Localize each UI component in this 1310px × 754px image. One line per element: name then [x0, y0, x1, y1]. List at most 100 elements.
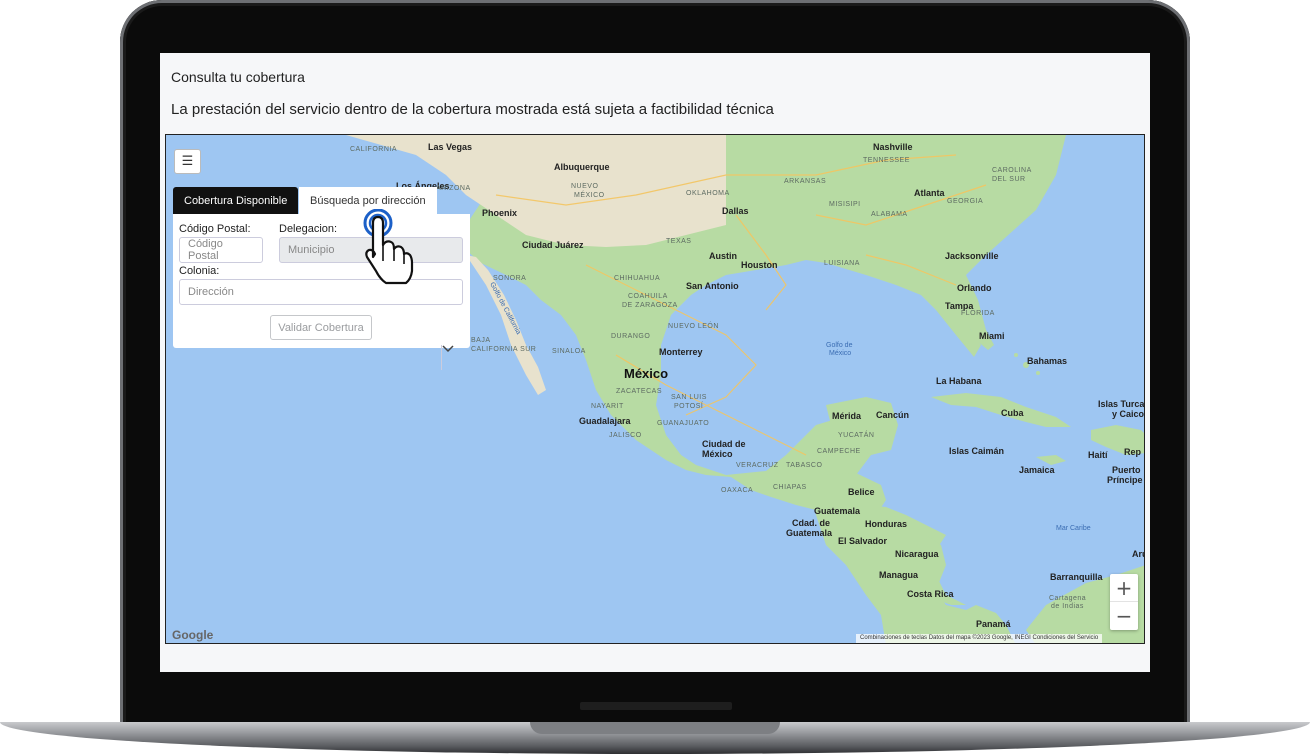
- map-label-golfo-de-mexico: Golfo de: [826, 342, 853, 349]
- map-label-orlando: Orlando: [957, 283, 992, 293]
- map-label-veracruz: VERACRUZ: [736, 462, 779, 469]
- map-label-puerto-principe: Puerto: [1112, 465, 1141, 475]
- map-label-zacatecas: ZACATECAS: [616, 388, 662, 395]
- map-label-managua: Managua: [879, 570, 919, 580]
- map-label-nuevo-mexico-2: MÉXICO: [574, 192, 605, 199]
- map-menu-button[interactable]: ☰: [174, 149, 201, 174]
- map-label-mar-caribe: Mar Caribe: [1056, 525, 1091, 532]
- map-label-atlanta: Atlanta: [914, 188, 945, 198]
- delegacion-label: Delegacion:: [279, 223, 338, 235]
- map-label-panama: Panamá: [976, 619, 1011, 629]
- map-label-dallas: Dallas: [722, 206, 749, 216]
- map-label-baja-california-sur-2: CALIFORNIA SUR: [471, 346, 537, 353]
- map-label-islas-turcas-2: y Caicos: [1112, 409, 1145, 419]
- map-label-costa-rica: Costa Rica: [907, 589, 954, 599]
- map-label-oaxaca: OAXACA: [721, 487, 754, 494]
- map-label-guadalajara: Guadalajara: [579, 416, 631, 426]
- validate-coverage-button[interactable]: Validar Cobertura: [270, 315, 372, 340]
- map-label-cartagena-2: de Indias: [1051, 603, 1084, 610]
- map-label-tabasco: TABASCO: [786, 462, 823, 469]
- map-label-chiapas: CHIAPAS: [773, 484, 807, 491]
- map-label-carolina-del-sur-2: DEL SUR: [992, 176, 1026, 183]
- zoom-controls: + −: [1110, 574, 1138, 630]
- map-label-nuevo-leon: NUEVO LEÓN: [668, 323, 719, 330]
- map-label-islas-turcas: Islas Turcas: [1098, 399, 1145, 409]
- map-label-arkansas: ARKANSAS: [784, 178, 827, 185]
- hamburger-icon: ☰: [181, 154, 194, 169]
- page-subtitle: La prestación del servicio dentro de la …: [171, 101, 774, 118]
- map-label-cancun: Cancún: [876, 410, 910, 420]
- map-label-cartagena: Cartagena: [1049, 595, 1087, 602]
- colonia-select[interactable]: Dirección: [179, 279, 463, 370]
- map-label-jacksonville: Jacksonville: [945, 251, 999, 261]
- map-label-jamaica: Jamaica: [1019, 465, 1055, 475]
- map-label-austin: Austin: [709, 251, 737, 261]
- map-label-las-vegas: Las Vegas: [428, 142, 473, 152]
- google-logo: Google: [172, 628, 214, 642]
- map-label-sonora: SONORA: [493, 275, 527, 282]
- map-label-san-luis-2: POTOSÍ: [674, 403, 704, 410]
- map-label-houston: Houston: [741, 260, 778, 270]
- map-label-georgia: GEORGIA: [947, 198, 984, 205]
- map-label-honduras: Honduras: [865, 519, 908, 529]
- tab-cobertura-disponible[interactable]: Cobertura Disponible: [173, 187, 299, 214]
- map-label-nashville: Nashville: [873, 142, 913, 152]
- zoom-in-button[interactable]: +: [1110, 574, 1138, 602]
- map-label-california: CALIFORNIA: [350, 146, 398, 153]
- map-label-monterrey: Monterrey: [659, 347, 703, 357]
- colonia-label: Colonia:: [179, 265, 220, 277]
- map-label-phoenix: Phoenix: [482, 208, 518, 218]
- colonia-select-value: Dirección: [188, 286, 234, 298]
- map-label-coahuila: COAHUILA: [628, 293, 668, 300]
- chevron-down-icon: [442, 345, 454, 353]
- map-label-oklahoma: OKLAHOMA: [686, 190, 730, 197]
- map-label-yucatan: YUCATÁN: [838, 432, 875, 439]
- map-attribution[interactable]: Combinaciones de teclas Datos del mapa ©…: [856, 634, 1103, 643]
- map-label-chihuahua: CHIHUAHUA: [614, 275, 661, 282]
- map-label-san-antonio: San Antonio: [686, 281, 739, 291]
- map-label-arizona: ARIZONA: [436, 185, 471, 192]
- map-label-jalisco: JALISCO: [609, 432, 642, 439]
- map-label-mexico: México: [624, 366, 669, 381]
- map-label-texas: TEXAS: [666, 238, 692, 245]
- map-label-tennessee: TENNESSEE: [863, 157, 910, 164]
- map-label-merida: Mérida: [832, 411, 862, 421]
- map-label-misisipi: MISISIPI: [829, 201, 861, 208]
- map-label-luisiana: LUISIANA: [824, 260, 860, 267]
- map-label-coahuila-2: DE ZARAGOZA: [622, 302, 678, 309]
- map-label-carolina-del-sur: CAROLINA: [992, 167, 1032, 174]
- map-label-belice: Belice: [848, 487, 875, 497]
- map-label-aru: Aru: [1132, 549, 1144, 559]
- colonia-dropdown-button[interactable]: [441, 345, 469, 370]
- map-label-la-habana: La Habana: [936, 376, 982, 386]
- map-label-albuquerque: Albuquerque: [554, 162, 610, 172]
- laptop-hinge: [580, 702, 732, 710]
- map-label-cdmx-2: México: [702, 449, 733, 459]
- map-label-durango: DURANGO: [611, 333, 651, 340]
- map-label-campeche: CAMPECHE: [817, 448, 861, 455]
- map-label-cdmx: Ciudad de: [702, 439, 746, 449]
- map-label-baja-california-sur: BAJA: [471, 337, 491, 344]
- coverage-search-panel: Código Postal: Código Postal Delegacion:…: [173, 214, 470, 370]
- map-label-sinaloa: SINALOA: [552, 348, 586, 355]
- map-label-puerto-principe-2: Príncipe: [1107, 475, 1143, 485]
- postal-code-label: Código Postal:: [179, 223, 251, 235]
- map-label-alabama: ALABAMA: [871, 211, 908, 218]
- screen: Consulta tu cobertura La prestación del …: [160, 53, 1150, 672]
- map-label-cdad-guatemala-2: Guatemala: [786, 528, 833, 538]
- map-label-ciudad-juarez: Ciudad Juárez: [522, 240, 584, 250]
- map-label-islas-caiman: Islas Caimán: [949, 446, 1005, 456]
- map-label-san-luis: SAN LUIS: [671, 394, 707, 401]
- zoom-out-button[interactable]: −: [1110, 602, 1138, 630]
- postal-code-input[interactable]: Código Postal: [179, 237, 263, 263]
- map-label-guanajuato: GUANAJUATO: [657, 420, 710, 427]
- laptop-notch: [530, 722, 780, 734]
- map-label-rep: Rep: [1124, 447, 1142, 457]
- map-label-cuba: Cuba: [1001, 408, 1024, 418]
- map-label-bahamas: Bahamas: [1027, 356, 1068, 366]
- map-label-nicaragua: Nicaragua: [895, 549, 939, 559]
- page-title: Consulta tu cobertura: [171, 69, 305, 85]
- map-label-haiti: Haití: [1088, 450, 1108, 460]
- map-label-nayarit: NAYARIT: [591, 403, 624, 410]
- map[interactable]: Las Vegas Albuquerque NUEVO MÉXICO CALIF…: [165, 134, 1145, 644]
